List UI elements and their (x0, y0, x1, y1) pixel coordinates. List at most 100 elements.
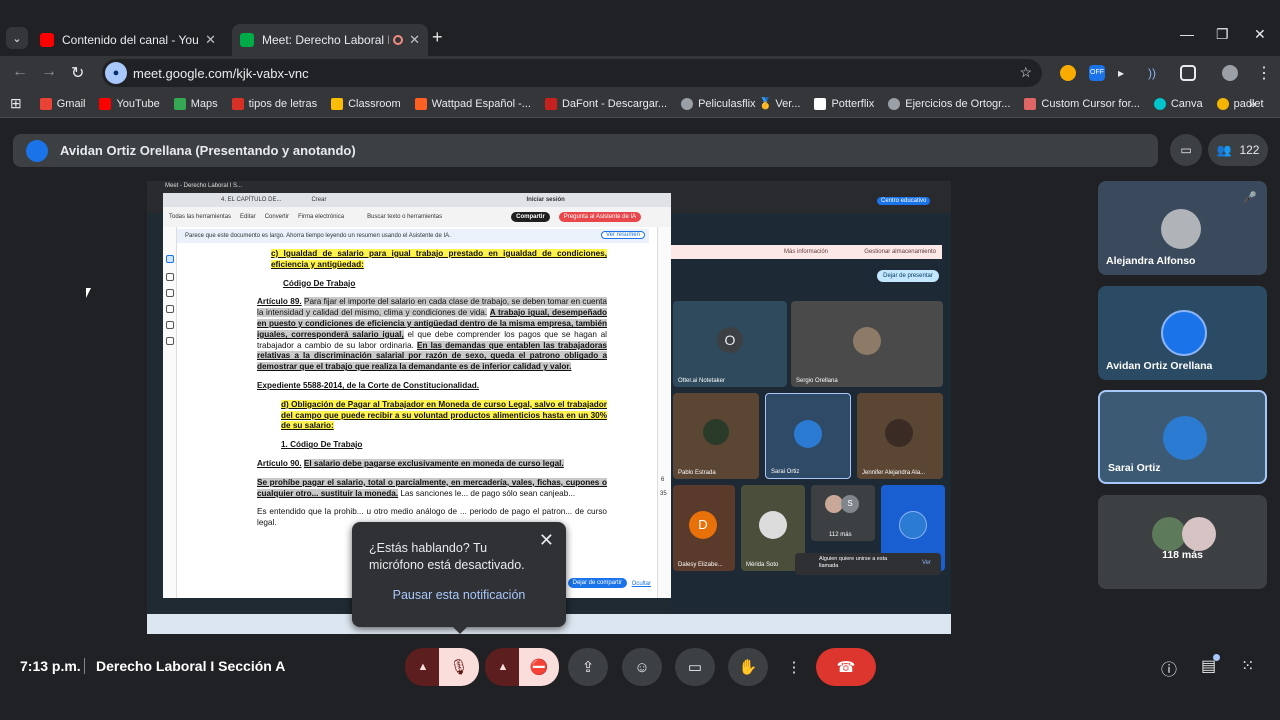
tab-title: Meet: Derecho Laboral I Secc (262, 33, 390, 47)
bookmark-canva[interactable]: Canva (1153, 97, 1203, 110)
video-options-chevron-icon[interactable]: ▲ (485, 648, 521, 686)
bookmark-padlet[interactable]: padlet (1216, 97, 1264, 110)
meet-bottom-bar: 7:13 p.m. Derecho Laboral I Sección A ▲ … (0, 638, 1280, 720)
reload-icon[interactable]: ↻ (71, 63, 84, 83)
maximize-icon[interactable]: ❐ (1216, 26, 1229, 43)
bookmark-potterflix[interactable]: Potterflix (814, 97, 875, 110)
bookmark-wattpad[interactable]: Wattpad Español -... (414, 97, 531, 110)
close-tab-icon[interactable]: ✕ (205, 32, 216, 48)
audio-extension-icon[interactable]: )) (1148, 65, 1164, 81)
tile-label: Jennifer Alejandra Ala... (862, 470, 926, 476)
extension-off-badge[interactable]: OFF (1089, 65, 1105, 81)
bookmark-gmail[interactable]: Gmail (39, 97, 86, 110)
tab-title: Contenido del canal - YouTube (62, 33, 199, 47)
bookmark-label: Gmail (56, 97, 86, 110)
doc-art90-head: Artículo 90. (257, 458, 302, 468)
bookmark-label: tipos de letras (248, 97, 318, 110)
bookmark-custom-cursor[interactable]: Custom Cursor for... (1024, 97, 1140, 110)
close-icon[interactable]: ✕ (539, 530, 554, 551)
doc-art90-c: Las sanciones le... de pago sólo sean ca… (400, 488, 576, 498)
bookmark-label: Canva (1170, 97, 1203, 110)
otter-avatar: O (717, 327, 743, 353)
close-tab-icon[interactable]: ✕ (409, 32, 420, 48)
divider (84, 658, 85, 674)
leave-call-button[interactable]: ☎ (816, 648, 876, 686)
more-bookmarks-icon[interactable]: » (1249, 96, 1256, 111)
bookmark-ortografia[interactable]: Ejercicios de Ortogr... (888, 97, 1010, 110)
emoji-icon: ☺ (634, 658, 650, 676)
pdf-right-toolbar: 6 35 (657, 227, 671, 598)
pdf-titlebar: 4. EL CAPÍTULO DE... Crear Iniciar sesió… (163, 193, 671, 207)
participants-button[interactable]: 👥 122 (1208, 134, 1268, 166)
meeting-clock: 7:13 p.m. (20, 658, 81, 674)
merida-avatar (759, 511, 787, 539)
extension-icon[interactable] (1060, 65, 1076, 81)
participant-avatar (1163, 416, 1207, 460)
apps-grid-icon[interactable]: ⊞ (10, 95, 22, 112)
bookmark-peliculasflix[interactable]: Peliculasflix 🥇 Ver... (681, 97, 800, 110)
doc-codigo-trabajo-2: 1. Código De Trabajo (281, 440, 363, 450)
address-bar[interactable]: ● meet.google.com/kjk-vabx-vnc ☆ (102, 59, 1042, 87)
people-icon: 👥 (1216, 143, 1232, 157)
more-options-icon[interactable]: ⋮ (784, 648, 804, 686)
tile-label: Dalesy Elizabe... (678, 562, 723, 568)
forward-icon[interactable]: → (41, 63, 57, 81)
participant-tile-alejandra[interactable]: 🎤 Alejandra Alfonso (1098, 181, 1267, 275)
extensions-puzzle-icon[interactable] (1180, 65, 1196, 81)
bookmark-tipos-letras[interactable]: tipos de letras (231, 97, 318, 110)
youtube-favicon-icon (40, 33, 54, 47)
profile-avatar[interactable] (1222, 65, 1238, 81)
zoom-tool-icon (166, 273, 174, 281)
browser-tab-strip: ⌄ Contenido del canal - YouTube ✕ Meet: … (0, 0, 1280, 56)
maps-icon (173, 97, 186, 110)
pdf-signin: Iniciar sesión (526, 197, 565, 203)
sergio-avatar (853, 327, 881, 355)
youtube-icon (99, 97, 112, 110)
recording-icon (393, 35, 404, 45)
close-window-icon[interactable]: ✕ (1254, 26, 1266, 43)
mic-permission-icon[interactable]: ● (105, 62, 127, 84)
storage-notification: Más información Gestionar almacenamiento (670, 245, 942, 259)
browser-toolbar: ← → ↻ ● meet.google.com/kjk-vabx-vnc ☆ O… (0, 56, 1280, 90)
captions-button[interactable]: ▭ (675, 648, 715, 686)
back-icon[interactable]: ← (12, 63, 28, 81)
activities-grid-icon[interactable]: ⁙ (1241, 656, 1254, 676)
bookmark-youtube[interactable]: YouTube (99, 97, 160, 110)
minimize-icon[interactable]: — (1180, 26, 1194, 42)
bookmark-maps[interactable]: Maps (173, 97, 218, 110)
pause-notification-button[interactable]: Pausar esta notificación (352, 588, 566, 602)
bookmark-star-icon[interactable]: ☆ (1019, 64, 1032, 81)
cursor-extension-icon[interactable]: ▸ (1118, 65, 1134, 81)
participant-tile-sarai[interactable]: Sarai Ortiz (1098, 390, 1267, 484)
bookmark-classroom[interactable]: Classroom (331, 97, 401, 110)
new-tab-button[interactable]: + (432, 27, 443, 48)
bookmark-dafont[interactable]: DaFont - Descargar... (544, 97, 667, 110)
meeting-info-icon[interactable]: ⓘ (1161, 656, 1177, 680)
bookmark-label: Potterflix (831, 97, 875, 110)
participant-tile-avidan[interactable]: Avidan Ortiz Orellana (1098, 286, 1267, 380)
hide-presentation-icon[interactable]: ▭ (1170, 134, 1202, 166)
browser-tab-youtube[interactable]: Contenido del canal - YouTube ✕ (32, 24, 224, 56)
browser-menu-icon[interactable]: ⋮ (1256, 63, 1272, 83)
audio-options-chevron-icon[interactable]: ▲ (405, 648, 441, 686)
participant-tile-more[interactable]: 118 más (1098, 495, 1267, 589)
font-icon (231, 97, 244, 110)
camera-off-button[interactable]: ⛔ (519, 648, 559, 686)
text-tool-icon (166, 321, 174, 329)
pdf-banner-text: Parece que este documento es largo. Ahor… (185, 233, 451, 239)
mic-off-button[interactable]: 🎙 (439, 648, 479, 686)
raise-hand-button[interactable]: ✋ (728, 648, 768, 686)
participant-name: Alejandra Alfonso (1106, 255, 1196, 267)
bookmark-label: Custom Cursor for... (1041, 97, 1140, 110)
tab-search-dropdown[interactable]: ⌄ (6, 27, 28, 49)
reactions-button[interactable]: ☺ (622, 648, 662, 686)
browser-tab-meet[interactable]: Meet: Derecho Laboral I Secc ✕ (232, 24, 428, 56)
pdf-stop-sharing: Dejar de compartir (567, 578, 627, 588)
inner-tile-pablo: Pablo Estrada (673, 393, 759, 479)
participant-count: 122 (1239, 143, 1260, 157)
captions-icon: ▭ (687, 659, 703, 676)
inner-tab-title: Meet - Derecho Laboral I S... (165, 183, 243, 189)
present-screen-button[interactable]: ⇪ (568, 648, 608, 686)
pdf-crear: Crear (311, 197, 327, 203)
pdf-ai-assistant: Pregunta al Asistente de IA (558, 212, 642, 222)
